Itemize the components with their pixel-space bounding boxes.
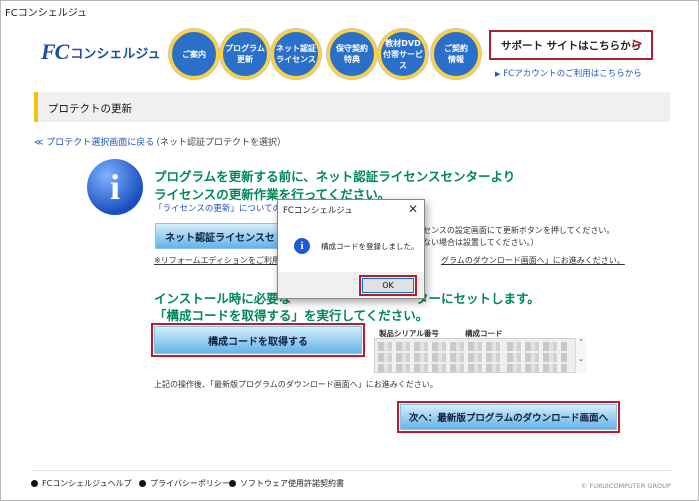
reform-edition-remark-right[interactable]: グラムのダウンロード画面へ」にお進みください。 [441, 255, 625, 266]
net-license-center-button[interactable]: ネット認証ライセンスセ [155, 223, 285, 249]
after-operation-note: 上記の操作後、「最新版プログラムのダウンロード画面へ」にお進みください。 [154, 380, 438, 389]
next-download-button[interactable]: 次へ：最新版プログラムのダウンロード画面へ [400, 404, 617, 430]
scroll-down-icon[interactable]: ⌄ [576, 355, 586, 363]
nav-guide-button[interactable]: ご案内 [169, 29, 219, 79]
info-line-1: プログラムを更新する前に、ネット認証ライセンスセンターより [154, 169, 516, 184]
nav-maintenance-benefit-button[interactable]: 保守契約 特典 [327, 29, 377, 79]
footer-help-link[interactable]: FCコンシェルジュヘルプ [31, 478, 132, 489]
logo-name: コンシェルジュ [70, 46, 161, 62]
serial-code-list[interactable] [374, 338, 586, 373]
dialog-close-icon[interactable]: ✕ [408, 202, 418, 216]
chevron-right-icon: > [631, 36, 643, 52]
dialog-footer: OK [278, 272, 424, 298]
dialog-ok-button[interactable]: OK [362, 278, 414, 293]
dialog-title: FCコンシェルジュ [283, 206, 353, 216]
serial-list-scrollbar[interactable]: ⌃ ⌄ [575, 338, 586, 373]
footer-help-text: FCコンシェルジュヘルプ [42, 479, 132, 488]
footer-privacy-text: プライバシーポリシー [150, 479, 230, 488]
back-to-protect-select-link[interactable]: ≪ プロテクト選択画面に戻る [34, 135, 154, 148]
footer-license-text: ソフトウェア使用許諾契約書 [240, 479, 344, 488]
code-blurred-2 [507, 353, 567, 362]
message-dialog: FCコンシェルジュ ✕ i 構成コードを登録しました。 OK [277, 199, 425, 299]
code-blurred-1 [507, 342, 567, 351]
scroll-up-icon[interactable]: ⌃ [576, 338, 586, 346]
nav-dvd-service-button[interactable]: 教材DVD 付帯サービス [378, 29, 428, 79]
logo-fc-mark: FC [41, 39, 69, 64]
support-site-button[interactable]: サポート サイトはこちらから > [489, 30, 653, 60]
install-line-1-right: ターにセットします。 [416, 291, 540, 306]
info-icon: i [294, 238, 310, 254]
install-line-2: 「構成コードを取得する」を実行してください。 [154, 308, 429, 323]
license-note-2: ない場合は設置してください。） [423, 238, 539, 247]
fc-account-link-text: FCアカウントのご利用はこちらから [503, 69, 642, 79]
nav-net-license-button[interactable]: ネット認証 ライセンス [271, 29, 321, 79]
footer-license-agreement-link[interactable]: ソフトウェア使用許諾契約書 [229, 478, 344, 489]
back-note: （ネット認証プロテクトを選択） [151, 138, 287, 148]
nav-program-update-button[interactable]: プログラム 更新 [220, 29, 270, 79]
window-titlebar: FCコンシェルジュ [1, 1, 698, 19]
reform-edition-remark[interactable]: ※リフォームエディションをご利用の [154, 255, 288, 266]
serial-blurred-3 [378, 364, 501, 372]
section-title: プロテクトの更新 [34, 92, 670, 122]
serial-blurred-2 [378, 353, 501, 362]
bullet-icon [139, 480, 146, 487]
footer-divider [31, 470, 671, 471]
info-icon: i [87, 159, 143, 215]
triangle-right-icon: ▶ [495, 70, 501, 78]
license-note-1: センスの設定画面にて更新ボタンを押してください。 [423, 226, 615, 235]
copyright: © FUKUICOMPUTER GROUP [581, 482, 671, 490]
get-config-code-button[interactable]: 構成コードを取得する [154, 326, 362, 354]
app-window: FCコンシェルジュ FC コンシェルジュ ご案内 プログラム 更新 ネット認証 … [0, 0, 699, 501]
bullet-icon [229, 480, 236, 487]
bullet-icon [31, 480, 38, 487]
dialog-message: 構成コードを登録しました。 [321, 242, 419, 251]
support-site-label: サポート サイトはこちらから [501, 39, 642, 52]
fc-account-link[interactable]: ▶ FCアカウントのご利用はこちらから [495, 67, 642, 79]
nav-contract-info-button[interactable]: ご契約 情報 [431, 29, 481, 79]
fc-concierge-logo[interactable]: FC コンシェルジュ [41, 39, 161, 65]
footer-privacy-link[interactable]: プライバシーポリシー [139, 478, 230, 489]
code-blurred-3 [507, 364, 567, 372]
serial-blurred-1 [378, 342, 501, 351]
dialog-body: i 構成コードを登録しました。 [278, 220, 424, 272]
